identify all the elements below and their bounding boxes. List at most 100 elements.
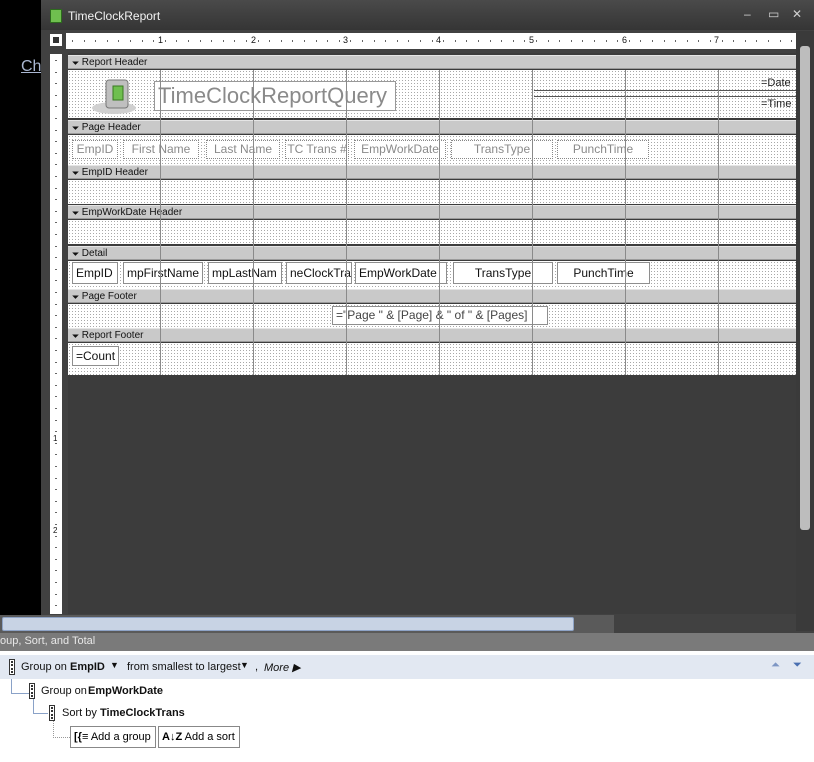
group-level-empid[interactable]: Group on EmpID ▼ from smallest to larges… xyxy=(0,655,814,679)
section-bar-empworkdate-header[interactable]: 🞃 EmpWorkDate Header xyxy=(68,205,797,219)
ruler-tick xyxy=(513,40,514,42)
ruler-tick xyxy=(55,269,57,270)
ruler-tick xyxy=(55,72,57,73)
ruler-tick xyxy=(55,524,57,525)
ruler-tick xyxy=(664,40,665,42)
ruler-tick xyxy=(780,40,781,42)
report-icon xyxy=(50,9,62,23)
ruler-tick xyxy=(55,350,57,351)
restore-button[interactable]: ▭ xyxy=(768,7,779,21)
header-divider xyxy=(534,90,797,91)
empfirstname-field[interactable]: mpFirstName xyxy=(123,262,203,284)
ruler-tick xyxy=(72,40,73,42)
ruler-tick xyxy=(55,594,57,595)
count-expression[interactable]: =Count xyxy=(72,346,119,366)
more-options-link[interactable]: More ▶ xyxy=(264,661,301,674)
ruler-tick xyxy=(745,40,746,42)
page-header-band[interactable]: EmpID First Name Last Name TC Trans # Em… xyxy=(68,135,797,165)
ruler-tick xyxy=(55,443,57,444)
move-up-icon[interactable]: ⏶ xyxy=(771,659,780,672)
ruler-tick xyxy=(55,338,57,339)
close-button[interactable]: ✕ xyxy=(792,7,802,21)
ruler-tick xyxy=(675,40,676,42)
time-expression-field[interactable]: =Time xyxy=(761,98,801,112)
move-down-icon[interactable]: ⏷ xyxy=(793,659,802,672)
report-logo-icon[interactable] xyxy=(86,74,138,116)
ruler-tick xyxy=(55,188,57,189)
background-link-fragment[interactable]: Ch xyxy=(21,58,41,76)
empid-header-band[interactable] xyxy=(68,180,797,204)
ruler-tick xyxy=(142,40,143,42)
add-group-button[interactable]: [{≡ Add a group xyxy=(70,726,156,748)
tc-trans-label[interactable]: TC Trans # xyxy=(285,140,349,159)
empworkdate-header-band[interactable] xyxy=(68,220,797,244)
ruler-tick xyxy=(490,40,491,42)
punchtime-label[interactable]: PunchTime xyxy=(557,140,649,159)
transtype-field[interactable]: TransType xyxy=(453,262,553,284)
ruler-tick xyxy=(55,164,57,165)
timeclocktrans-field[interactable]: neClockTra xyxy=(286,262,352,284)
ruler-tick xyxy=(55,466,57,467)
empid-label[interactable]: EmpID xyxy=(72,140,118,159)
ruler-tick xyxy=(55,570,57,571)
select-report-box[interactable] xyxy=(50,34,62,46)
emplastname-field[interactable]: mpLastNam xyxy=(208,262,282,284)
section-bar-page-footer[interactable]: 🞃 Page Footer xyxy=(68,289,797,303)
group-field-empid[interactable]: EmpID xyxy=(70,661,105,673)
sort-field-timeclocktrans[interactable]: TimeClockTrans xyxy=(100,707,185,719)
ruler-tick xyxy=(55,408,57,409)
section-bar-report-footer[interactable]: 🞃 Report Footer xyxy=(68,328,797,342)
vertical-scrollbar[interactable] xyxy=(796,31,814,631)
report-header-band[interactable]: TimeClockReportQuery =Date =Time xyxy=(68,70,797,118)
punchtime-field[interactable]: PunchTime xyxy=(557,262,650,284)
minimize-button[interactable]: – xyxy=(744,7,751,21)
ruler-tick xyxy=(281,40,282,42)
chevron-down-icon[interactable]: ▼ xyxy=(110,660,119,670)
ruler-tick xyxy=(55,83,57,84)
empworkdate-label[interactable]: EmpWorkDate xyxy=(354,140,446,159)
ruler-tick xyxy=(55,234,57,235)
last-name-label[interactable]: Last Name xyxy=(206,140,280,159)
section-bar-page-header[interactable]: 🞃 Page Header xyxy=(68,120,797,134)
page-number-expression[interactable]: ="Page " & [Page] & " of " & [Pages] xyxy=(332,306,548,325)
sort-order-dropdown[interactable]: from smallest to largest xyxy=(127,661,241,673)
ruler-tick xyxy=(188,40,189,42)
ruler-tick xyxy=(95,40,96,42)
report-title-label[interactable]: TimeClockReportQuery xyxy=(154,81,396,111)
group-on-prefix: Group on xyxy=(21,661,67,673)
ruler-tick xyxy=(211,40,212,42)
page-footer-band[interactable]: ="Page " & [Page] & " of " & [Pages] xyxy=(68,304,797,328)
horizontal-ruler[interactable]: 1 2 3 4 5 6 7 xyxy=(66,33,797,49)
section-bar-detail[interactable]: 🞃 Detail xyxy=(68,246,797,260)
ruler-tick xyxy=(55,489,57,490)
ruler-tick xyxy=(55,478,57,479)
ruler-number: 2 xyxy=(53,526,58,535)
ruler-number: 2 xyxy=(251,35,257,45)
section-label: 🞃 EmpID Header xyxy=(72,167,148,178)
drag-handle-icon[interactable] xyxy=(9,659,15,675)
horizontal-scroll-thumb[interactable] xyxy=(2,617,574,631)
drag-handle-icon[interactable] xyxy=(29,683,35,699)
ruler-tick xyxy=(606,40,607,42)
section-bar-empid-header[interactable]: 🞃 EmpID Header xyxy=(68,165,797,179)
group-sort-total-header: oup, Sort, and Total xyxy=(0,633,814,651)
transtype-label[interactable]: TransType xyxy=(451,140,553,159)
drag-handle-icon[interactable] xyxy=(49,705,55,721)
group-field-empworkdate[interactable]: EmpWorkDate xyxy=(88,685,163,697)
ruler-tick xyxy=(176,40,177,42)
first-name-label[interactable]: First Name xyxy=(123,140,199,159)
empid-field[interactable]: EmpID xyxy=(72,262,118,284)
ruler-tick xyxy=(55,547,57,548)
detail-band[interactable]: EmpID mpFirstName mpLastNam neClockTra E… xyxy=(68,261,797,289)
ruler-tick xyxy=(55,536,57,537)
horizontal-scrollbar[interactable] xyxy=(0,615,614,633)
vertical-ruler[interactable]: 1 2 xyxy=(50,54,62,614)
add-sort-button[interactable]: A↓Z Add a sort xyxy=(158,726,240,748)
section-bar-report-header[interactable]: 🞃 Report Header xyxy=(68,55,797,69)
vertical-scroll-thumb[interactable] xyxy=(800,46,810,530)
ruler-tick xyxy=(350,40,351,42)
empworkdate-field[interactable]: EmpWorkDate xyxy=(355,262,447,284)
report-footer-band[interactable]: =Count xyxy=(68,343,797,375)
date-expression-field[interactable]: =Date xyxy=(761,77,801,91)
chevron-down-icon[interactable]: ▼ xyxy=(240,660,249,670)
